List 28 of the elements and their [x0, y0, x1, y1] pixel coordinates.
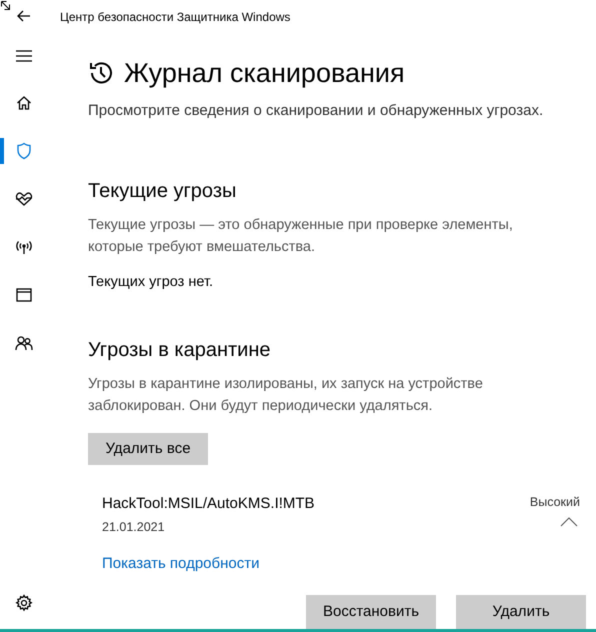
history-icon: [88, 60, 114, 86]
page-title: Журнал сканирования: [124, 57, 405, 90]
remove-all-button[interactable]: Удалить все: [88, 433, 208, 466]
resize-icon: [1, 1, 10, 10]
home-icon: [16, 95, 32, 111]
restore-button[interactable]: Восстановить: [306, 595, 436, 629]
section-heading: Угрозы в карантине: [88, 338, 272, 364]
section-description: Текущие угрозы — это обнаруженные при проверке элементы, которые требуют вмешательства.: [88, 216, 514, 256]
threat-status: Текущих угроз нет.: [88, 272, 214, 292]
settings-icon: [15, 594, 33, 612]
antenna-icon: [15, 239, 33, 255]
shield-icon: [16, 142, 32, 160]
threat-date: 21.01.2021: [102, 518, 166, 536]
section-heading: Текущие угрозы: [88, 178, 238, 204]
details-link[interactable]: Показать подробности: [102, 552, 260, 575]
threat-name: HackTool:MSIL/AutoKMS.I!MTB: [102, 494, 315, 514]
section-description: Угрозы в карантине изолированы, их запуск на устройстве заблокирован. Они будут периодически удаляться.: [88, 375, 484, 416]
back-arrow-icon: [17, 10, 31, 22]
family-icon: [15, 335, 33, 351]
browser-window-icon: [16, 288, 32, 302]
collapse-button[interactable]: [560, 516, 578, 528]
severity-label: Высокий: [530, 494, 580, 512]
chevron-up-icon: [560, 517, 578, 527]
page-subtitle: Просмотрите сведения о сканировании и обнаруженных угрозах.: [88, 101, 544, 121]
delete-button[interactable]: Удалить: [456, 595, 586, 629]
heart-pulse-icon: [15, 191, 33, 207]
window-title: Центр безопасности Защитника Windows: [60, 9, 292, 24]
menu-icon: [16, 50, 32, 62]
